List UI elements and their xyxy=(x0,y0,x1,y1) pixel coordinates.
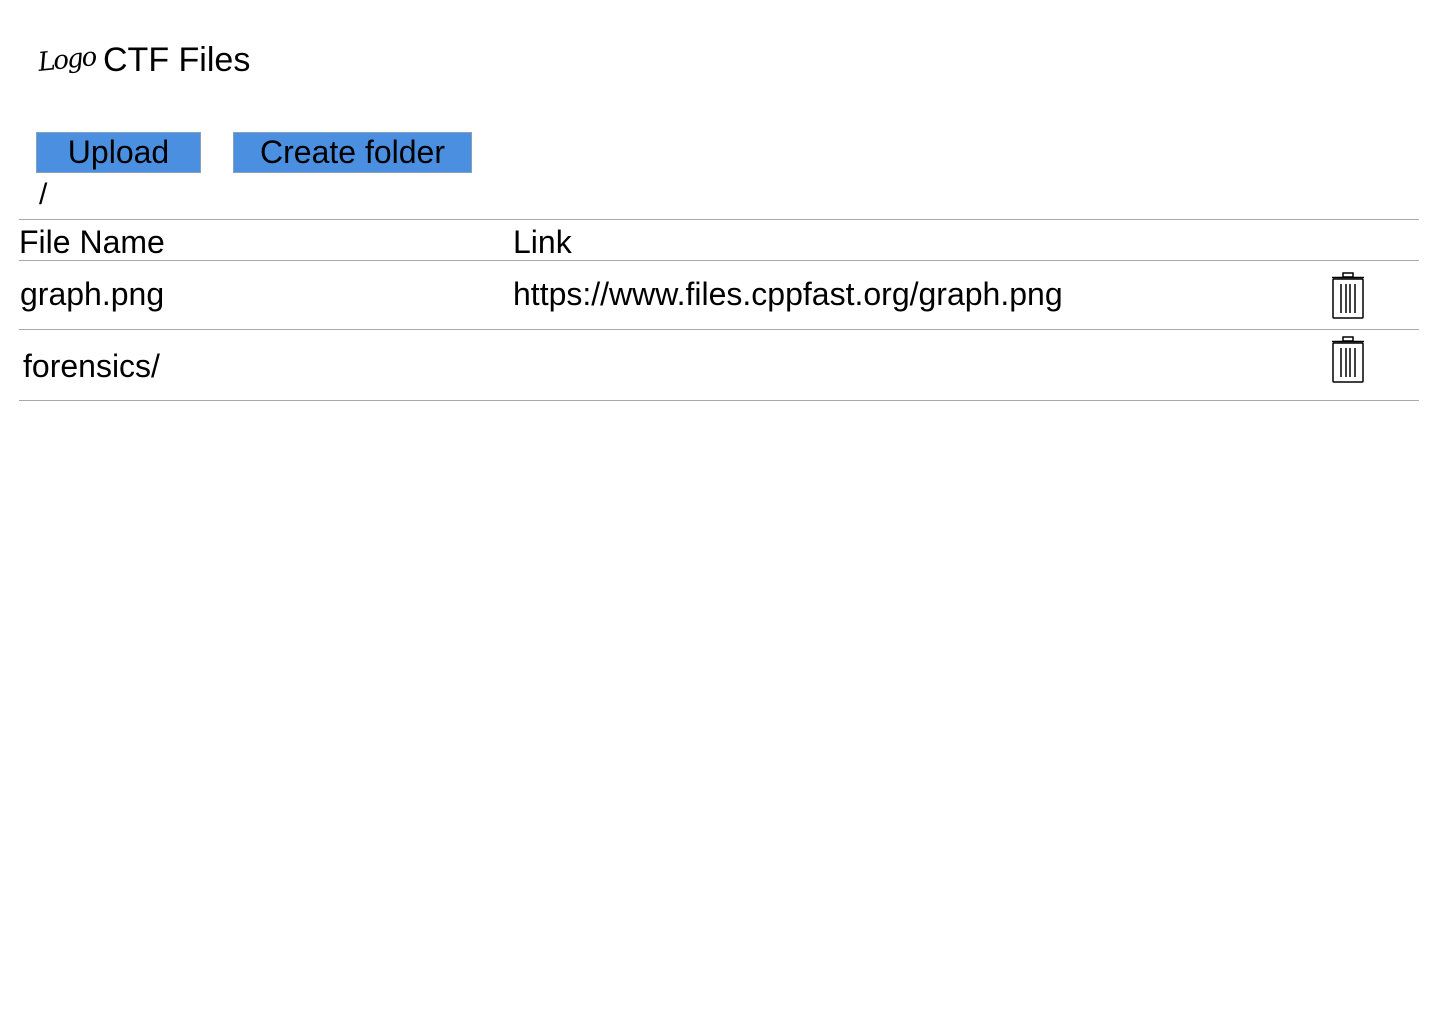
trash-icon[interactable] xyxy=(1328,336,1368,384)
trash-icon[interactable] xyxy=(1328,272,1368,320)
column-header-link: Link xyxy=(513,224,572,260)
column-header-file-name: File Name xyxy=(19,224,165,260)
create-folder-button[interactable]: Create folder xyxy=(233,132,472,173)
header: Logo CTF Files xyxy=(37,34,251,86)
table-header-row: File Name Link xyxy=(19,219,1419,260)
logo-text: Logo xyxy=(36,42,97,78)
table-row: forensics/ xyxy=(19,329,1419,401)
folder-name-cell[interactable]: forensics/ xyxy=(23,348,160,384)
file-name-cell[interactable]: graph.png xyxy=(20,276,164,312)
app-root: Logo CTF Files Upload Create folder / Fi… xyxy=(0,0,1440,1024)
current-path: / xyxy=(39,178,48,211)
file-table: File Name Link graph.png https://www.fil… xyxy=(19,219,1419,401)
logo[interactable]: Logo xyxy=(37,34,97,86)
table-row: graph.png https://www.files.cppfast.org/… xyxy=(19,260,1419,329)
upload-button[interactable]: Upload xyxy=(36,132,201,173)
page-title: CTF Files xyxy=(103,41,251,79)
file-link-cell[interactable]: https://www.files.cppfast.org/graph.png xyxy=(513,276,1063,312)
